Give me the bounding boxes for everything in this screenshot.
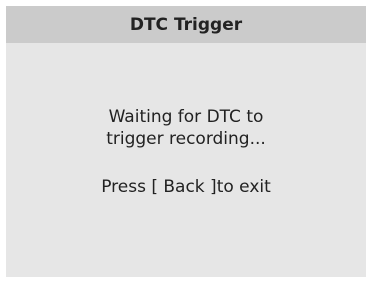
status-message-line-2: trigger recording... [106, 129, 266, 149]
status-message-line-1: Waiting for DTC to [108, 107, 264, 127]
title-bar: DTC Trigger [6, 6, 366, 43]
exit-hint: Press [ Back ]to exit [101, 177, 271, 197]
page-title: DTC Trigger [129, 14, 243, 35]
dtc-trigger-screen: DTC Trigger Waiting for DTC to trigger r… [6, 6, 366, 277]
status-message: Waiting for DTC to trigger recording... [6, 106, 366, 150]
